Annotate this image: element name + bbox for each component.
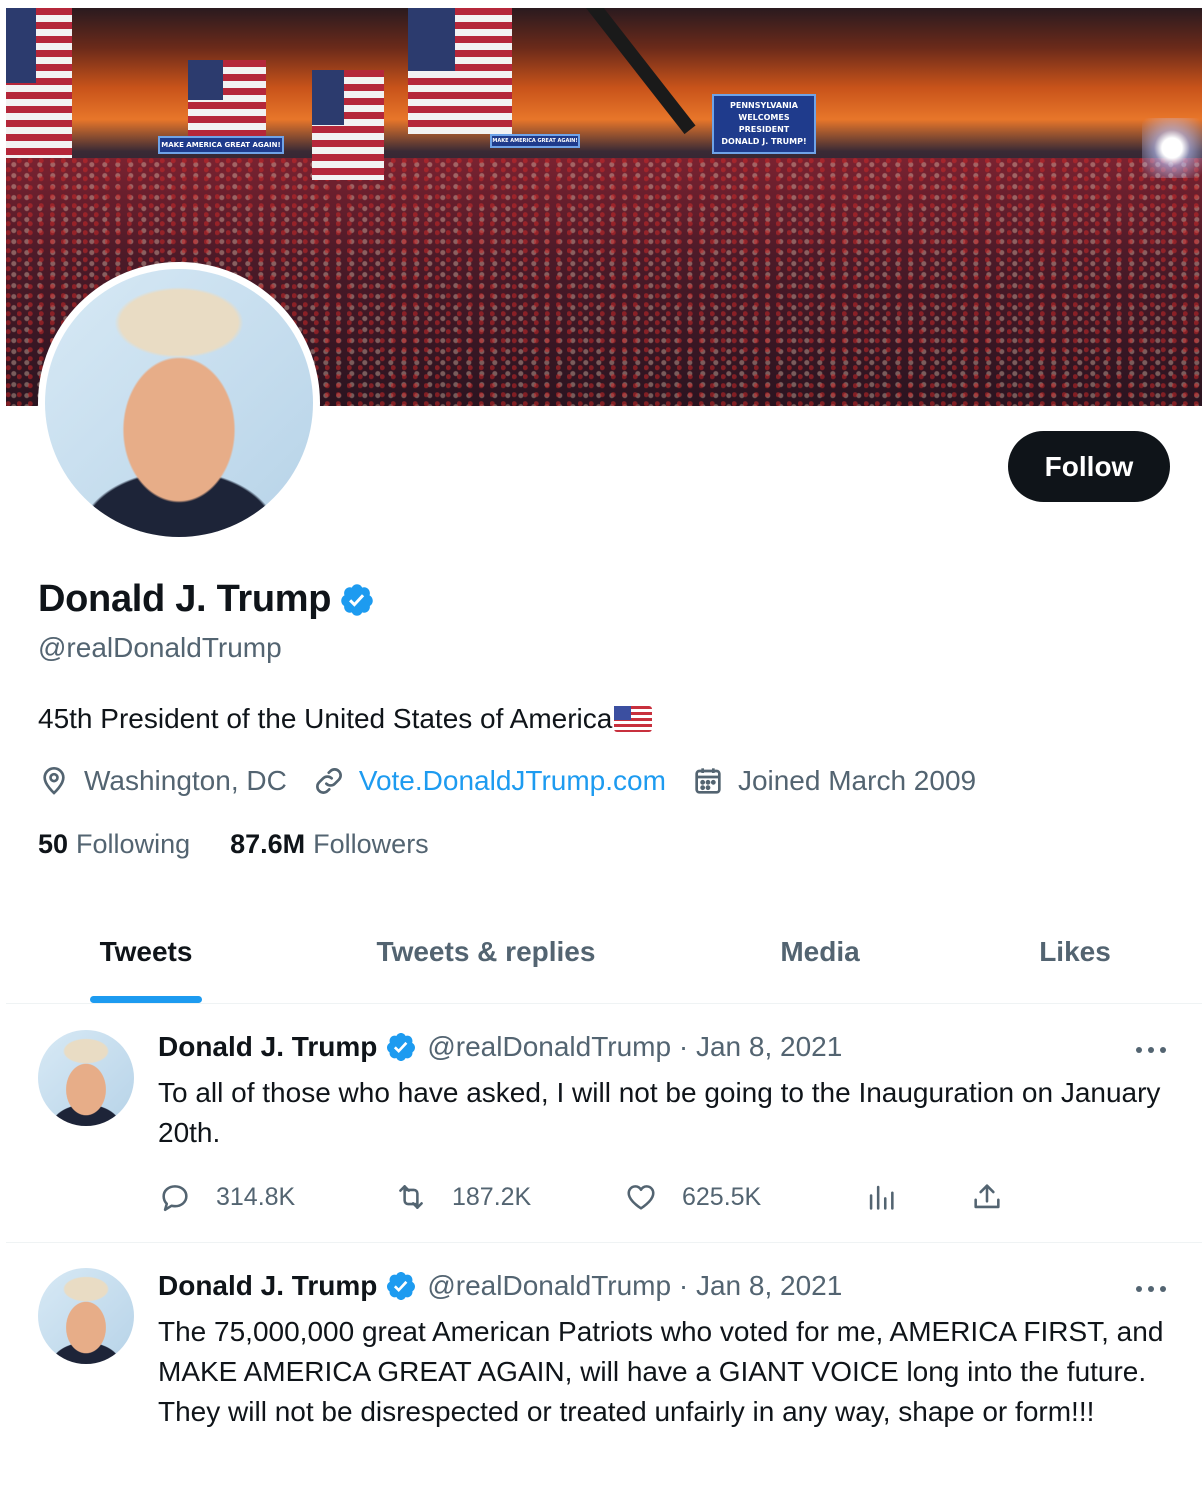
tweet[interactable]: Donald J. Trump @realDonaldTrump · Jan 8… [6,1005,1202,1243]
tab-label: Tweets & replies [376,935,596,967]
link-icon [315,768,342,794]
verified-badge-icon[interactable] [339,582,375,618]
sign-line: WELCOMES [738,113,790,122]
profile-avatar[interactable] [38,262,320,544]
banner-flag [408,8,512,134]
following-link[interactable]: 50 Following [38,829,190,860]
tweet[interactable]: Donald J. Trump @realDonaldTrump · Jan 8… [6,1244,1202,1492]
location-text: Washington, DC [84,765,287,796]
banner-stage-light [1142,118,1202,178]
website[interactable]: Vote.DonaldJTrump.com [313,765,666,797]
tweet-avatar[interactable] [38,1030,134,1126]
banner-flag [6,8,72,158]
tweet-author-name[interactable]: Donald J. Trump [158,1031,377,1063]
display-name: Donald J. Trump [38,578,332,620]
tab-label: Likes [1039,935,1111,967]
tab-likes[interactable]: Likes [954,900,1196,1003]
sign-line: PRESIDENT [738,125,790,134]
tab-media[interactable]: Media [686,900,954,1003]
follow-stats: 50 Following 87.6M Followers [38,829,469,860]
following-count: 50 [38,829,69,859]
more-options-icon[interactable] [1136,1284,1166,1294]
joined-text: Joined March 2009 [737,765,977,796]
share-button[interactable] [970,1180,1028,1214]
tweet-actions: 314.8K 187.2K 625.5K [158,1180,1028,1214]
heart-icon [627,1185,655,1210]
reply-count: 314.8K [216,1182,296,1211]
followers-count: 87.6M [230,829,306,859]
following-label: Following [76,829,191,859]
reply-button[interactable]: 314.8K [158,1180,394,1214]
sign-line: DONALD J. TRUMP! [721,137,807,146]
tweet-text: The 75,000,000 great American Patriots w… [158,1316,1164,1427]
sign-line: PENNSYLVANIA [730,101,798,110]
banner-sign-pennsylvania: PENNSYLVANIA WELCOMES PRESIDENT DONALD J… [712,94,816,154]
analytics-button[interactable] [864,1180,970,1214]
banner-flag [312,70,384,180]
location: Washington, DC [38,765,287,797]
joined-date: Joined March 2009 [692,765,976,797]
tab-tweets-and-replies[interactable]: Tweets & replies [286,900,686,1003]
follow-button[interactable]: Follow [1008,431,1170,502]
tweet-header: Donald J. Trump @realDonaldTrump · Jan 8… [158,1031,842,1063]
banner-sign-left: MAKE AMERICA GREAT AGAIN! [158,136,284,154]
separator-dot: · [671,1270,696,1301]
reply-icon [162,1185,188,1212]
retweet-icon [399,1185,423,1209]
location-pin-icon [43,767,65,795]
us-flag-icon [614,706,653,732]
bio-text: 45th President of the United States of A… [38,703,613,734]
more-options-icon[interactable] [1136,1045,1166,1055]
verified-badge-icon [387,1033,416,1061]
banner-crane [586,8,696,135]
separator-dot: · [671,1031,696,1062]
like-count: 625.5K [682,1182,762,1211]
tab-label: Media [780,935,860,967]
tweet-date[interactable]: Jan 8, 2021 [696,1270,842,1302]
website-link[interactable]: Vote.DonaldJTrump.com [359,765,666,797]
tweet-author-handle[interactable]: @realDonaldTrump [427,1270,671,1302]
calendar-icon [695,768,721,794]
tweet-text: To all of those who have asked, I will n… [158,1077,1161,1148]
tweet-header: Donald J. Trump @realDonaldTrump · Jan 8… [158,1270,842,1302]
retweet-count: 187.2K [452,1182,532,1211]
tweet-author-handle[interactable]: @realDonaldTrump [427,1031,671,1063]
profile-meta: Washington, DC Vote.DonaldJTrump.com Joi… [38,765,1002,797]
tweet-date[interactable]: Jan 8, 2021 [696,1031,842,1063]
profile-handle: @realDonaldTrump [38,632,282,663]
verified-badge-icon [387,1272,416,1300]
profile-tabs: Tweets Tweets & replies Media Likes [6,900,1202,1004]
tab-label: Tweets [99,935,193,967]
banner-sign-middle: MAKE AMERICA GREAT AGAIN! [490,134,580,148]
profile-bio: 45th President of the United States of A… [38,703,653,735]
tweet-author-name[interactable]: Donald J. Trump [158,1270,377,1302]
tweet-avatar[interactable] [38,1268,134,1364]
like-button[interactable]: 625.5K [624,1180,864,1214]
tab-tweets[interactable]: Tweets [6,900,286,1003]
banner-flag [188,60,266,140]
followers-label: Followers [313,829,429,859]
share-icon [974,1184,1000,1209]
active-tab-indicator [90,996,202,1003]
analytics-icon [869,1185,894,1210]
avatar-image [45,269,313,537]
profile-name-row: Donald J. Trump [38,578,375,621]
retweet-button[interactable]: 187.2K [394,1180,624,1214]
followers-link[interactable]: 87.6M Followers [230,829,429,860]
